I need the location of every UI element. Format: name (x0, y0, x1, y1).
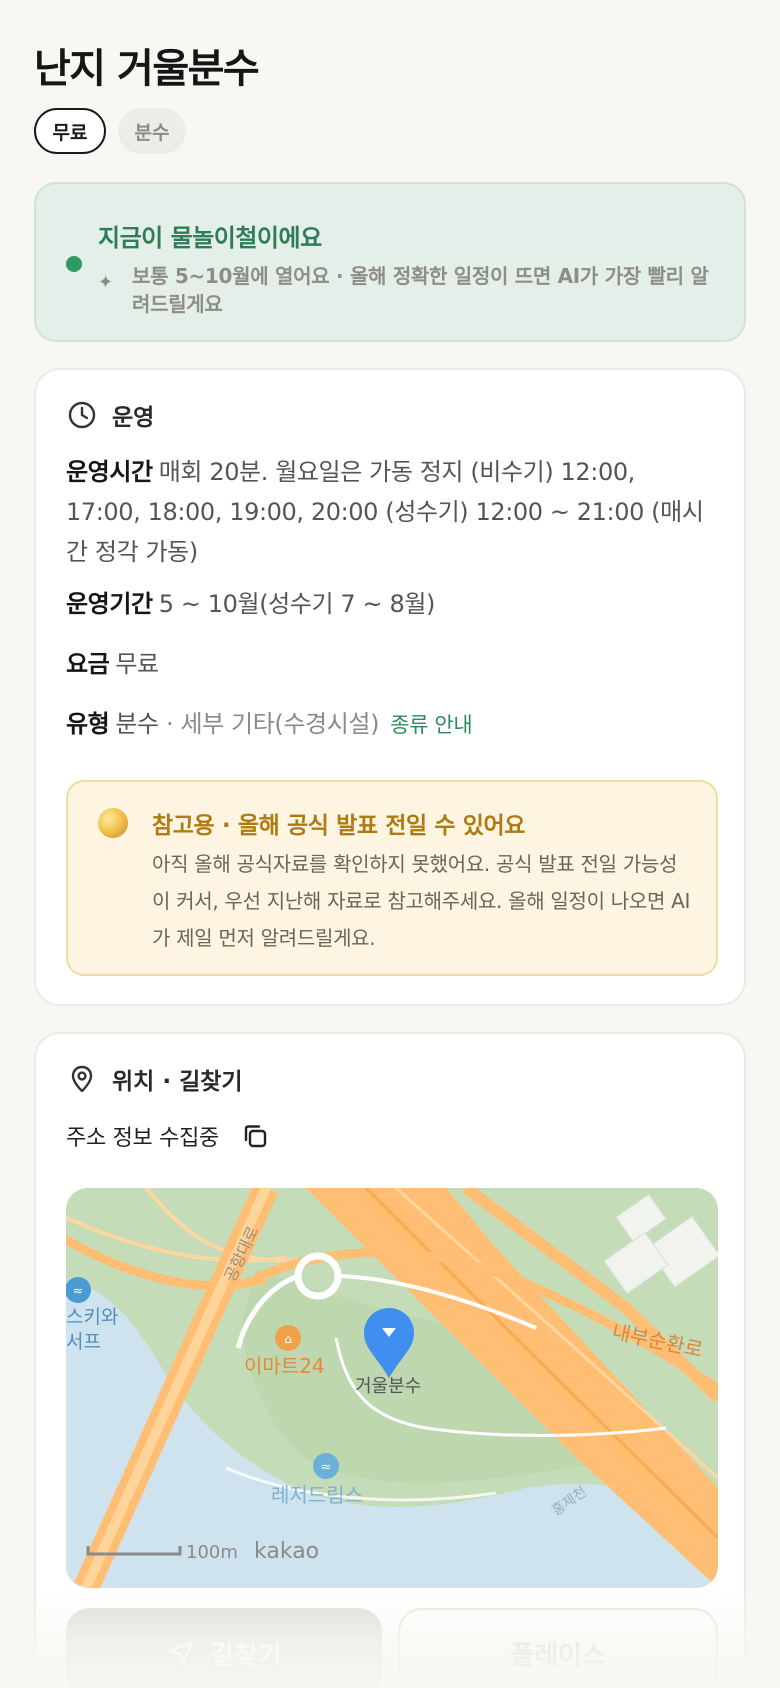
hours-value: 매회 20분. 월요일은 가동 정지 (비수기) 12:00, 17:00, 1… (66, 458, 704, 566)
page-title: 난지 거울분수 (34, 46, 260, 92)
location-card: 위치 · 길찾기 주소 정보 수집중 공항대로 내부순환로 홍제천 ≈ 스키와 … (34, 1032, 746, 1688)
poi-leisure: 레저드림스 (271, 1483, 363, 1507)
location-pin-icon (66, 1063, 98, 1095)
route-button[interactable]: 길찾기 (66, 1608, 382, 1688)
period-value: 5 ~ 10월(성수기 7 ~ 8월) (158, 590, 436, 618)
hours-row: 운영시간 매회 20분. 월요일은 가동 정지 (비수기) 12:00, 17:0… (66, 452, 716, 572)
coin-icon (98, 808, 128, 838)
operation-card: 운영 운영시간 매회 20분. 월요일은 가동 정지 (비수기) 12:00, 1… (34, 368, 746, 1006)
season-banner: 지금이 물놀이철이에요 ✦ 보통 5~10월에 열어요 · 올해 정확한 일정이… (34, 182, 746, 342)
fee-value: 무료 (115, 650, 159, 678)
navigation-arrow-icon (168, 1640, 194, 1666)
sparkle-icon: ✦ (98, 272, 114, 293)
detail-page: 난지 거울분수 무료 분수 지금이 물놀이철이에요 ✦ 보통 5~10월에 열어… (0, 0, 780, 1688)
map-view[interactable]: 공항대로 내부순환로 홍제천 ≈ 스키와 서프 ⌂ 이마트24 거울분수 ≈ 레… (66, 1188, 718, 1588)
type-detail: · 세부 기타(수경시설) (165, 710, 380, 738)
fee-row: 요금 무료 (66, 644, 716, 684)
notice-title: 참고용 · 올해 공식 발표 전일 수 있어요 (152, 813, 525, 839)
operation-heading: 운영 (66, 398, 154, 432)
fee-chip[interactable]: 무료 (34, 108, 106, 154)
clock-icon (66, 399, 98, 431)
operation-heading-label: 운영 (112, 405, 155, 431)
period-label: 운영기간 (66, 590, 153, 618)
map-brand: kakao (254, 1539, 319, 1564)
period-row: 운영기간 5 ~ 10월(성수기 7 ~ 8월) (66, 584, 716, 624)
season-title: 지금이 물놀이철이에요 (98, 224, 322, 252)
route-button-label: 길찾기 (210, 1640, 282, 1671)
season-description: 보통 5~10월에 열어요 · 올해 정확한 일정이 뜨면 AI가 가장 빨리 … (132, 264, 709, 316)
poi-fountain: 거울분수 (355, 1376, 421, 1397)
status-dot (66, 256, 82, 272)
type-label: 유형 (66, 710, 110, 738)
fee-label: 요금 (66, 650, 110, 678)
map-scale-label: 100m (186, 1542, 238, 1563)
svg-text:≈: ≈ (73, 1284, 84, 1299)
location-heading-label: 위치 · 길찾기 (112, 1069, 243, 1095)
address-row: 주소 정보 수집중 (66, 1120, 271, 1152)
place-button-label: 플레이스 (510, 1640, 606, 1671)
reference-notice: 참고용 · 올해 공식 발표 전일 수 있어요 아직 올해 공식자료를 확인하지… (66, 780, 718, 976)
type-value: 분수 (115, 710, 159, 738)
type-row: 유형 분수 · 세부 기타(수경시설) 종류 안내 (66, 704, 716, 745)
poi-surf: 서프 (66, 1331, 101, 1353)
action-buttons: 길찾기 플레이스 (36, 1608, 748, 1688)
location-heading: 위치 · 길찾기 (66, 1062, 243, 1096)
copy-icon[interactable] (239, 1120, 271, 1152)
type-chip[interactable]: 분수 (118, 108, 186, 154)
notice-body: 아직 올해 공식자료를 확인하지 못했어요. 공식 발표 전일 가능성이 커서,… (152, 852, 691, 950)
place-button[interactable]: 플레이스 (398, 1608, 718, 1688)
svg-text:≈: ≈ (321, 1460, 332, 1475)
type-guide-link[interactable]: 종류 안내 (390, 713, 472, 737)
poi-ski: 스키와 (66, 1306, 118, 1328)
address-text: 주소 정보 수집중 (66, 1126, 219, 1151)
svg-text:⌂: ⌂ (284, 1332, 292, 1346)
poi-emart: 이마트24 (244, 1354, 325, 1378)
hours-label: 운영시간 (66, 458, 153, 486)
